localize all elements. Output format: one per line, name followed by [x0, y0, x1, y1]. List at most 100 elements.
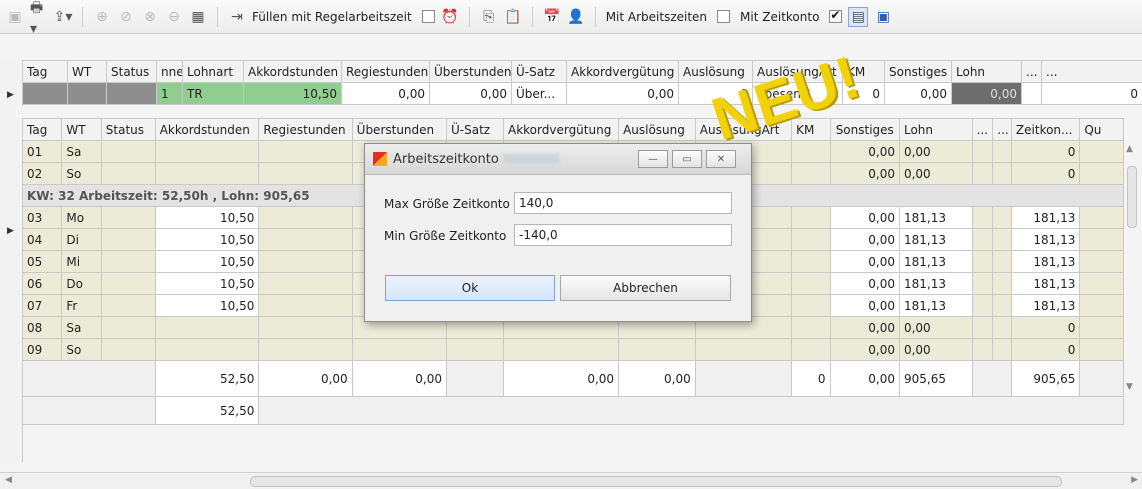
column-header[interactable]: Lohn [899, 119, 972, 141]
table-cell[interactable] [259, 229, 352, 251]
table-cell[interactable] [972, 273, 993, 295]
column-header[interactable]: Auslösung [619, 119, 696, 141]
table-row[interactable]: 1 TR 10,50 0,00 0,00 Über... 0,00 0 Spes… [23, 83, 1142, 105]
table-cell[interactable] [1080, 273, 1124, 295]
table-cell[interactable]: 0,00 [899, 163, 972, 185]
table-cell[interactable]: 181,13 [899, 229, 972, 251]
table-cell[interactable]: Mo [62, 207, 101, 229]
table-cell[interactable] [695, 339, 791, 361]
table-cell[interactable] [101, 317, 155, 339]
column-header[interactable]: ... [993, 119, 1012, 141]
table-cell[interactable] [101, 141, 155, 163]
table-cell[interactable]: 0,00 [830, 251, 899, 273]
table-cell[interactable] [792, 207, 830, 229]
table-cell[interactable] [792, 339, 830, 361]
table-cell[interactable]: TR [183, 83, 244, 105]
table-cell[interactable]: 01 [23, 141, 62, 163]
table-cell[interactable]: 0,00 [830, 273, 899, 295]
table-cell[interactable]: 10,50 [155, 295, 259, 317]
table-cell[interactable] [155, 141, 259, 163]
column-header[interactable]: Ü-Satz [512, 61, 567, 83]
table-cell[interactable]: 0 [1011, 317, 1079, 339]
table-cell[interactable] [259, 141, 352, 163]
table-cell[interactable] [101, 273, 155, 295]
table-cell[interactable] [101, 251, 155, 273]
table-cell[interactable] [155, 163, 259, 185]
fill-regular-worktime-checkbox[interactable] [422, 10, 435, 23]
table-cell[interactable]: Fr [62, 295, 101, 317]
with-timeaccount-checkbox[interactable] [829, 10, 842, 23]
column-header[interactable]: Qu [1080, 119, 1124, 141]
table-cell[interactable] [1080, 251, 1124, 273]
help-icon[interactable]: ▣ [874, 8, 892, 26]
table-cell[interactable]: 0,00 [830, 141, 899, 163]
table-cell[interactable] [259, 251, 352, 273]
table-cell[interactable] [1080, 163, 1124, 185]
table-cell[interactable] [619, 339, 696, 361]
table-cell[interactable] [101, 207, 155, 229]
vertical-scrollbar[interactable]: ▲ ▼ [1124, 142, 1138, 392]
column-header[interactable]: Überstunden [352, 119, 446, 141]
table-cell[interactable]: 0,00 [830, 229, 899, 251]
table-cell[interactable]: 181,13 [899, 251, 972, 273]
table-row[interactable]: 09So0,000,000 [23, 339, 1124, 361]
column-header[interactable]: WT [62, 119, 101, 141]
save-icon[interactable]: ▣ [6, 8, 24, 26]
with-worktimes-checkbox[interactable] [717, 10, 730, 23]
table-cell[interactable] [68, 83, 107, 105]
table-cell[interactable]: 0,00 [899, 317, 972, 339]
table-cell[interactable]: So [62, 163, 101, 185]
table-cell[interactable] [972, 141, 993, 163]
calendar-icon[interactable]: 📅 [543, 8, 561, 26]
table-cell[interactable]: 181,13 [1011, 273, 1079, 295]
table-cell[interactable] [993, 229, 1012, 251]
table-cell[interactable] [259, 273, 352, 295]
table-cell[interactable]: 0 [1011, 141, 1079, 163]
table-cell[interactable]: So [62, 339, 101, 361]
table-cell[interactable]: 1 [157, 83, 183, 105]
table-cell[interactable]: 0 [1042, 83, 1142, 105]
table-cell[interactable] [259, 207, 352, 229]
table-cell[interactable] [972, 295, 993, 317]
table-cell[interactable]: 0,00 [885, 83, 952, 105]
table-cell[interactable]: 0,00 [830, 295, 899, 317]
column-header[interactable]: Tag [23, 61, 68, 83]
table-cell[interactable]: 0,00 [952, 83, 1022, 105]
table-cell[interactable] [155, 317, 259, 339]
scroll-up-icon[interactable]: ▲ [1126, 144, 1133, 154]
column-header[interactable]: Akkordstunden [155, 119, 259, 141]
scroll-down-icon[interactable]: ▼ [1126, 382, 1133, 392]
table-cell[interactable] [504, 339, 619, 361]
table-cell[interactable] [972, 163, 993, 185]
table-cell[interactable]: Do [62, 273, 101, 295]
vertical-scroll-thumb[interactable] [1127, 166, 1137, 228]
table-cell[interactable] [1022, 83, 1042, 105]
scroll-right-icon[interactable]: ▶ [1131, 475, 1138, 485]
dialog-titlebar[interactable]: Arbeitszeitkonto — ▭ ✕ [365, 144, 751, 175]
column-header[interactable]: Ü-Satz [446, 119, 503, 141]
table-cell[interactable] [972, 251, 993, 273]
table-cell[interactable]: 0,00 [830, 163, 899, 185]
column-header[interactable]: Lohn [952, 61, 1022, 83]
column-header[interactable]: Tag [23, 119, 62, 141]
table-cell[interactable] [101, 295, 155, 317]
alarm-icon[interactable]: ⏰ [441, 8, 459, 26]
column-header[interactable]: WT [68, 61, 107, 83]
table-cell[interactable] [792, 229, 830, 251]
table-cell[interactable] [792, 251, 830, 273]
cancel-button[interactable]: Abbrechen [560, 275, 731, 301]
table-cell[interactable] [792, 295, 830, 317]
table-cell[interactable] [792, 273, 830, 295]
table-cell[interactable]: 07 [23, 295, 62, 317]
column-header[interactable]: Akkordvergütung [567, 61, 679, 83]
table-cell[interactable]: 05 [23, 251, 62, 273]
table-cell[interactable] [993, 141, 1012, 163]
table-cell[interactable]: 181,13 [899, 207, 972, 229]
table-cell[interactable] [993, 317, 1012, 339]
table-cell[interactable]: 0,00 [899, 339, 972, 361]
table-cell[interactable]: 0,00 [899, 141, 972, 163]
table-cell[interactable]: 10,50 [155, 251, 259, 273]
table-cell[interactable] [101, 163, 155, 185]
table-cell[interactable] [792, 163, 830, 185]
table-cell[interactable]: Mi [62, 251, 101, 273]
